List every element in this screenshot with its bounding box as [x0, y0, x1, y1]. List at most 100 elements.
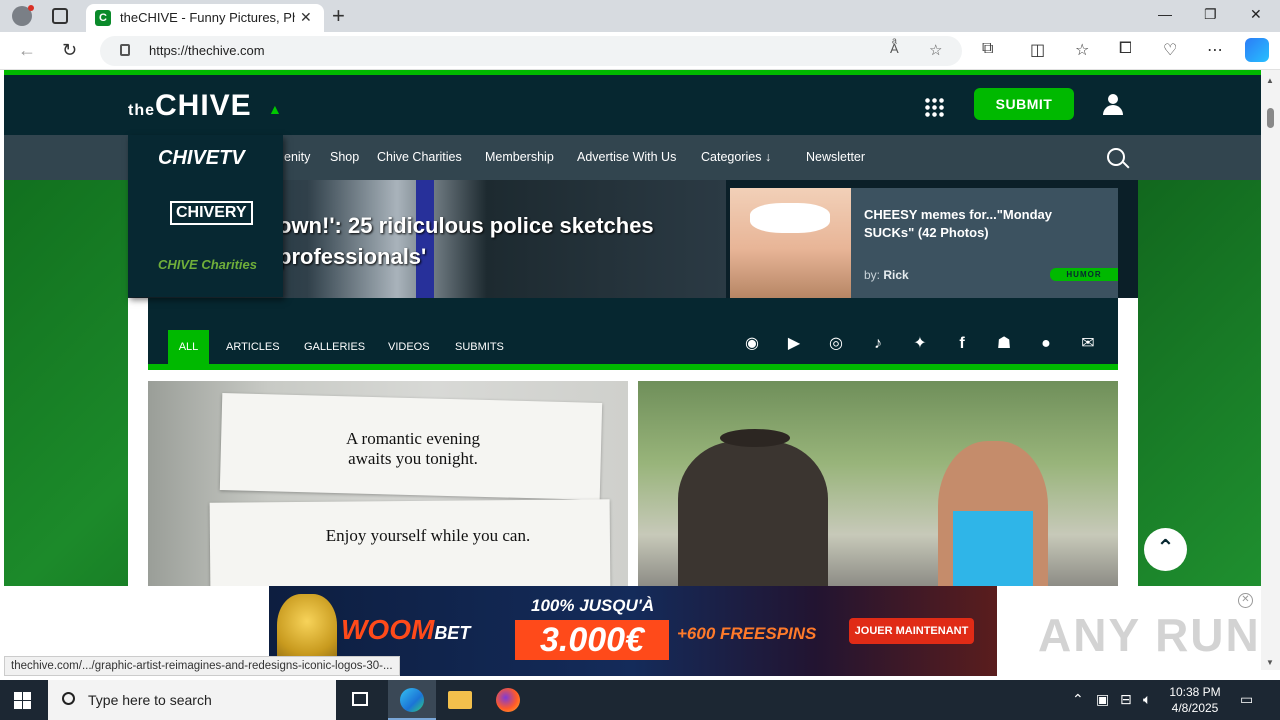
- statue-figure: [678, 441, 828, 586]
- side-article-title[interactable]: CHEESY memes for..."Monday SUCKs" (42 Ph…: [864, 206, 1104, 242]
- brand-dropdown: CHIVETV CHIVERY CHIVE Charities: [128, 135, 283, 297]
- email-icon[interactable]: ✉: [1078, 334, 1098, 354]
- filter-tab-articles[interactable]: ARTICLES: [226, 341, 280, 353]
- windows-taskbar: Type here to search ⌃ ▣ ⊟ 🔈︎ 10:38 PM 4/…: [0, 680, 1280, 720]
- task-view-icon[interactable]: [337, 680, 385, 720]
- ad-brand: WOOMBET: [341, 614, 471, 645]
- apps-grid-icon[interactable]: [924, 97, 944, 117]
- file-explorer-icon[interactable]: [436, 680, 484, 720]
- close-tab-icon[interactable]: ✕: [300, 9, 312, 26]
- browser-tab[interactable]: C theCHIVE - Funny Pictures, Photos ✕: [86, 4, 324, 32]
- filter-tab-videos[interactable]: VIDEOS: [388, 341, 430, 353]
- search-icon: [62, 692, 75, 705]
- hero-headline[interactable]: own!': 25 ridiculous police sketches pro…: [278, 210, 708, 272]
- taskbar-clock[interactable]: 10:38 PM 4/8/2025: [1165, 684, 1225, 716]
- favorite-star-icon[interactable]: ☆: [929, 41, 942, 59]
- tray-chevron-icon[interactable]: ⌃: [1072, 691, 1084, 708]
- notifications-icon[interactable]: ▭: [1240, 691, 1253, 708]
- dropdown-item-chivery[interactable]: CHIVERY: [170, 201, 253, 225]
- meet-now-icon[interactable]: ▣: [1096, 691, 1109, 708]
- close-window-icon[interactable]: ✕: [1250, 6, 1262, 23]
- search-icon[interactable]: [1107, 148, 1125, 166]
- lock-icon[interactable]: [120, 44, 130, 56]
- windows-start-icon[interactable]: [14, 692, 31, 709]
- read-aloud-icon[interactable]: Aͣ: [890, 41, 899, 56]
- page-scrollbar[interactable]: ▲ ▼: [1261, 70, 1280, 670]
- browser-essentials-icon[interactable]: ♡: [1163, 40, 1177, 60]
- logo-caret-up-icon[interactable]: ▲: [268, 101, 282, 117]
- taskbar-search[interactable]: Type here to search: [48, 680, 336, 720]
- scroll-down-arrow-icon[interactable]: ▼: [1266, 658, 1274, 667]
- nav-item-newsletter[interactable]: Newsletter: [806, 150, 865, 164]
- side-article-image[interactable]: [730, 188, 851, 298]
- restore-icon[interactable]: ❐: [1204, 6, 1217, 23]
- anyrun-watermark: ANY RUN: [1038, 609, 1261, 661]
- ad-headline: 100% JUSQU'À: [531, 596, 655, 615]
- site-header: theCHIVE ▲ SUBMIT: [4, 75, 1261, 135]
- collections-icon[interactable]: ⧠: [1119, 40, 1132, 58]
- more-menu-icon[interactable]: ⋯: [1207, 40, 1223, 60]
- youtube-icon[interactable]: ▶: [784, 334, 804, 354]
- ad-close-icon[interactable]: ✕: [1238, 593, 1253, 608]
- instagram-icon[interactable]: ◎: [826, 334, 846, 354]
- arrow-down-icon: ↓: [764, 150, 772, 164]
- firefox-icon[interactable]: [484, 680, 532, 720]
- nav-item-categories[interactable]: Categories ↓: [701, 150, 771, 164]
- filter-tab-submits[interactable]: SUBMITS: [455, 341, 504, 353]
- content-area: ALL ARTICLES GALLERIES VIDEOS SUBMITS ◉ …: [128, 298, 1138, 586]
- back-icon[interactable]: ←: [18, 40, 36, 61]
- submit-button[interactable]: SUBMIT: [974, 88, 1074, 120]
- android-icon[interactable]: ☗: [994, 334, 1014, 354]
- nav-item-membership[interactable]: Membership: [485, 150, 554, 164]
- webpage: theCHIVE ▲ SUBMIT enity Shop Chive Chari…: [4, 70, 1261, 586]
- apple-icon[interactable]: ●: [1036, 334, 1056, 354]
- extensions-icon[interactable]: ⧉: [982, 40, 993, 58]
- notification-dot: [28, 5, 34, 11]
- address-bar[interactable]: https://thechive.com Aͣ ☆: [100, 36, 962, 66]
- copilot-icon[interactable]: [1245, 38, 1269, 62]
- dropdown-item-chivetv[interactable]: CHIVETV: [158, 147, 245, 170]
- filter-tab-all[interactable]: ALL: [168, 330, 209, 364]
- new-tab-icon[interactable]: +: [332, 3, 345, 29]
- fortune-text-2: Enjoy yourself while you can.: [325, 526, 531, 545]
- gallery-card-statue[interactable]: [638, 381, 1118, 586]
- taskbar-search-placeholder: Type here to search: [88, 692, 212, 708]
- site-logo[interactable]: theCHIVE: [128, 89, 252, 123]
- twitter-icon[interactable]: ✦: [910, 334, 930, 354]
- minimize-icon[interactable]: —: [1158, 6, 1172, 22]
- url-text[interactable]: https://thechive.com: [149, 43, 265, 58]
- favicon-icon: C: [95, 10, 111, 26]
- filter-tab-galleries[interactable]: GALLERIES: [304, 341, 365, 353]
- ad-cta-button[interactable]: JOUER MAINTENANT: [849, 618, 974, 644]
- status-url-bar: thechive.com/.../graphic-artist-reimagin…: [4, 656, 400, 676]
- nav-item-community[interactable]: enity: [284, 150, 310, 164]
- network-icon[interactable]: ⊟: [1120, 691, 1132, 708]
- split-screen-icon[interactable]: ◫: [1030, 40, 1045, 60]
- user-account-icon[interactable]: [1102, 93, 1124, 115]
- side-article-card[interactable]: CHEESY memes for..."Monday SUCKs" (42 Ph…: [851, 188, 1118, 298]
- gallery-card-fortunes[interactable]: A romantic evening awaits you tonight. E…: [148, 381, 628, 586]
- tab-title: theCHIVE - Funny Pictures, Photos: [120, 10, 295, 25]
- nav-item-chive-charities[interactable]: Chive Charities: [377, 150, 462, 164]
- facebook-icon[interactable]: f: [952, 334, 972, 354]
- nav-item-shop[interactable]: Shop: [330, 150, 359, 164]
- filter-underline: [148, 364, 1118, 370]
- clock-time: 10:38 PM: [1169, 685, 1221, 699]
- clock-date: 4/8/2025: [1171, 701, 1219, 715]
- fortune-text-1: A romantic evening awaits you tonight.: [345, 429, 481, 468]
- category-tag[interactable]: HUMOR: [1050, 268, 1118, 281]
- tab-actions-icon[interactable]: [52, 8, 68, 24]
- edge-taskbar-icon[interactable]: [388, 680, 436, 720]
- ad-freespins: +600 FREESPINS: [677, 624, 817, 643]
- dropdown-item-chive-charities[interactable]: CHIVE Charities: [158, 257, 257, 272]
- favorites-icon[interactable]: ☆: [1075, 40, 1089, 60]
- nav-item-advertise[interactable]: Advertise With Us: [577, 150, 676, 164]
- scrollbar-thumb[interactable]: [1267, 108, 1274, 128]
- discord-icon[interactable]: ◉: [742, 334, 762, 354]
- scroll-up-arrow-icon[interactable]: ▲: [1266, 76, 1274, 85]
- volume-icon[interactable]: 🔈︎: [1143, 691, 1151, 708]
- tiktok-icon[interactable]: ♪: [868, 334, 888, 354]
- scroll-to-top-button[interactable]: ⌃: [1144, 528, 1187, 571]
- filter-bar: ALL ARTICLES GALLERIES VIDEOS SUBMITS ◉ …: [148, 298, 1118, 370]
- refresh-icon[interactable]: ↻: [62, 40, 77, 61]
